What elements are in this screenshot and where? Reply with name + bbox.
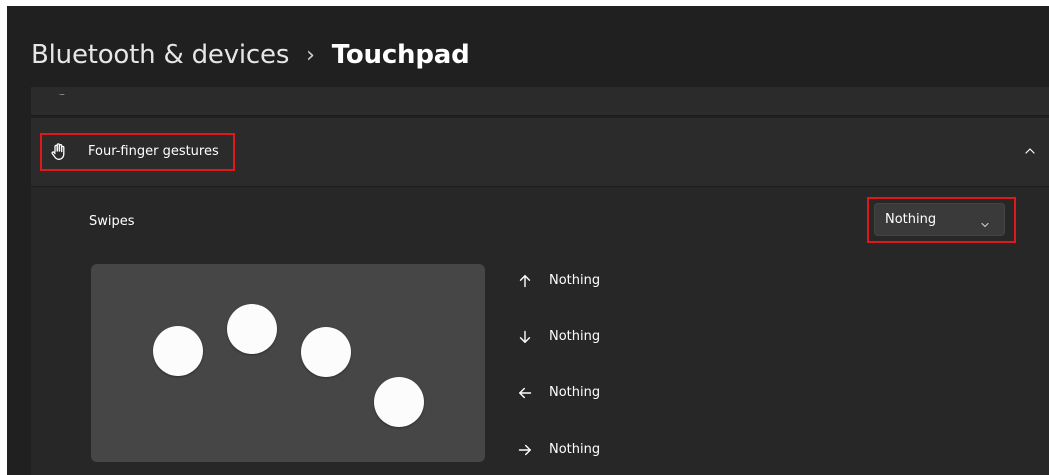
swipe-up-value: Nothing [549, 272, 601, 288]
breadcrumb: Bluetooth & devices › Touchpad [31, 40, 470, 70]
swipe-right-row: Nothing [518, 439, 600, 459]
highlight-box-dropdown [867, 197, 1016, 243]
arrow-up-icon [518, 273, 532, 288]
swipe-left-row: Nothing [518, 382, 600, 402]
breadcrumb-separator: › [306, 42, 315, 68]
highlight-box-section-title [40, 133, 235, 171]
previous-section-partial-icon: – [59, 87, 65, 101]
swipe-down-row: Nothing [518, 326, 600, 346]
settings-window: Bluetooth & devices › Touchpad – Four-fi… [7, 6, 1049, 475]
arrow-left-icon [518, 385, 532, 399]
swipe-left-value: Nothing [549, 384, 601, 400]
page-title: Touchpad [331, 40, 470, 70]
swipe-up-row: Nothing [518, 270, 600, 290]
four-finger-gestures-content: Swipes Nothing Nothing Nothing Nothing N… [31, 187, 1049, 475]
chevron-up-icon[interactable] [1021, 142, 1039, 160]
arrow-right-icon [518, 442, 532, 456]
touchpad-illustration [91, 264, 485, 462]
previous-section-card: – [31, 87, 1049, 116]
swipe-right-value: Nothing [549, 441, 601, 457]
finger-dot [227, 304, 277, 354]
breadcrumb-parent-link[interactable]: Bluetooth & devices [31, 40, 289, 70]
four-finger-gestures-header[interactable]: Four-finger gestures [31, 118, 1049, 187]
page-header: Bluetooth & devices › Touchpad [7, 6, 1049, 87]
swipe-down-value: Nothing [549, 328, 601, 344]
swipes-label: Swipes [89, 214, 135, 229]
arrow-down-icon [518, 329, 532, 343]
finger-dot [374, 377, 424, 427]
finger-dot [301, 327, 351, 377]
finger-dot [153, 326, 203, 376]
